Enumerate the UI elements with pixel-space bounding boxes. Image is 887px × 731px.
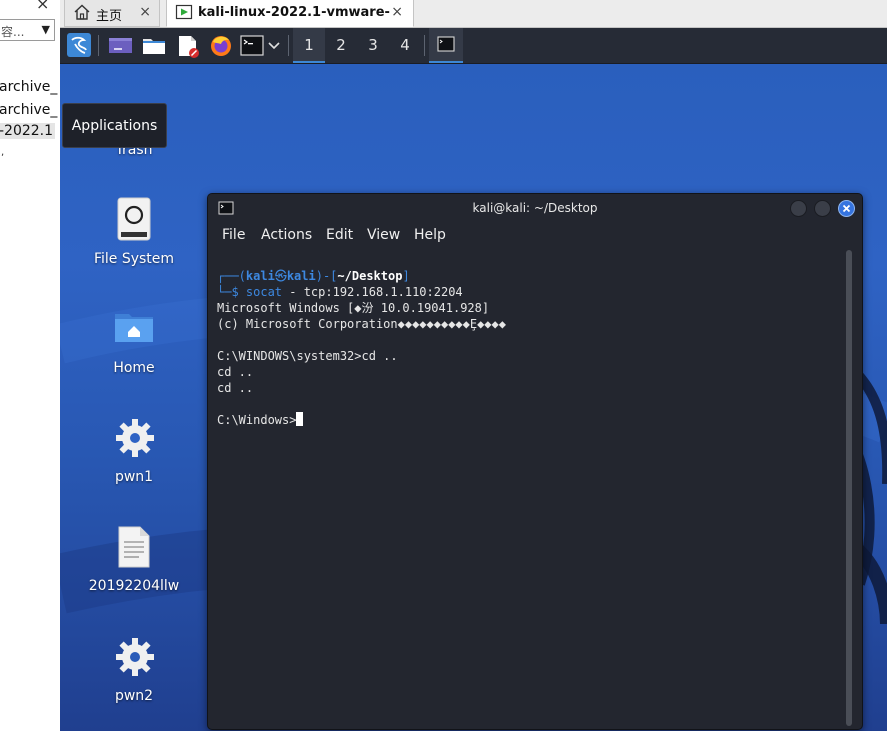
prompt-frame: ] bbox=[402, 269, 410, 283]
terminal-titlebar[interactable]: kali@kali: ~/Desktop bbox=[208, 194, 862, 223]
library-close-button[interactable]: × bbox=[36, 0, 49, 13]
applications-tooltip: Applications bbox=[62, 103, 167, 148]
desktop-icon-label[interactable]: 20192204llw bbox=[74, 578, 194, 594]
close-icon bbox=[839, 201, 854, 220]
close-button[interactable] bbox=[838, 200, 855, 217]
terminal-window[interactable]: kali@kali: ~/Desktop File Actions Edit V… bbox=[207, 193, 863, 730]
taskbar-terminal-window[interactable] bbox=[429, 28, 463, 63]
current-prompt: C:\Windows> bbox=[217, 413, 297, 427]
prompt-user: kali bbox=[245, 269, 275, 283]
vm-screen[interactable]: 1 2 3 4 Trash File System Home pwn1 2019… bbox=[60, 28, 887, 731]
desktop[interactable]: Trash File System Home pwn1 20192204llw … bbox=[60, 64, 887, 731]
current-prompt-line: C:\Windows> bbox=[217, 412, 304, 428]
prompt-host: kali bbox=[286, 269, 316, 283]
desktop-icon-label[interactable]: pwn2 bbox=[74, 688, 194, 704]
home-icon bbox=[73, 3, 91, 25]
output-line: cd .. bbox=[217, 365, 254, 379]
library-item-selected[interactable]: -2022.1 bbox=[0, 123, 55, 139]
menu-edit[interactable]: Edit bbox=[326, 227, 353, 243]
menu-actions[interactable]: Actions bbox=[261, 227, 312, 243]
library-item[interactable]: archive_ bbox=[0, 102, 57, 118]
menu-help[interactable]: Help bbox=[414, 227, 446, 243]
tab-vm-label: kali-linux-2022.1-vmware-a... bbox=[198, 5, 390, 20]
prompt-frame: ┌──( bbox=[217, 269, 246, 283]
menu-view[interactable]: View bbox=[367, 227, 400, 243]
workspace-1-button[interactable]: 1 bbox=[293, 28, 325, 63]
gear-icon[interactable] bbox=[114, 636, 156, 682]
library-item[interactable]: archive_ bbox=[0, 79, 57, 95]
terminal-launcher-button[interactable] bbox=[239, 28, 283, 63]
command-name: socat bbox=[245, 285, 283, 299]
tab-home-close-button[interactable]: × bbox=[139, 4, 151, 20]
menu-file[interactable]: File bbox=[222, 227, 245, 243]
library-search-text: 容... bbox=[1, 25, 25, 39]
tab-home[interactable]: 主页 × bbox=[64, 0, 160, 27]
text-cursor bbox=[296, 412, 304, 426]
terminal-menubar: File Actions Edit View Help bbox=[208, 223, 862, 250]
command-args: - tcp:192.168.1.110:2204 bbox=[282, 285, 463, 299]
home-folder-icon[interactable] bbox=[113, 308, 155, 348]
tab-vm[interactable]: kali-linux-2022.1-vmware-a... × bbox=[166, 0, 414, 27]
minimize-button[interactable] bbox=[790, 200, 807, 217]
output-line: C:\WINDOWS\system32>cd .. bbox=[217, 349, 398, 363]
library-item-fragment: , bbox=[1, 147, 5, 158]
workspace-2-button[interactable]: 2 bbox=[325, 28, 357, 63]
terminal-scrollbar[interactable] bbox=[846, 250, 852, 726]
text-editor-button[interactable] bbox=[172, 28, 202, 63]
library-panel: × 容... ▼ archive_ archive_ -2022.1 , bbox=[0, 0, 61, 731]
panel-separator bbox=[424, 35, 425, 56]
tab-vm-close-button[interactable]: × bbox=[391, 4, 403, 20]
terminal-title: kali@kali: ~/Desktop bbox=[472, 201, 598, 215]
chevron-down-icon[interactable]: ▼ bbox=[42, 23, 50, 36]
desktop-icon-label[interactable]: Home bbox=[74, 360, 194, 376]
prompt-frame: )-[ bbox=[315, 269, 338, 283]
prompt-at: ㉿ bbox=[274, 269, 287, 283]
chevron-down-icon[interactable] bbox=[267, 28, 281, 67]
maximize-button[interactable] bbox=[814, 200, 831, 217]
terminal-icon bbox=[429, 36, 463, 65]
prompt-path: ~/Desktop bbox=[337, 269, 403, 283]
panel-separator bbox=[98, 35, 99, 56]
vm-icon bbox=[175, 3, 193, 25]
library-search-dropdown[interactable]: 容... ▼ bbox=[0, 19, 55, 41]
firefox-button[interactable] bbox=[205, 28, 237, 63]
desktop-icon-label[interactable]: File System bbox=[74, 251, 194, 267]
drive-icon[interactable] bbox=[115, 196, 153, 246]
desktop-icon-label[interactable]: pwn1 bbox=[74, 469, 194, 485]
terminal-output[interactable]: ┌──(kali㉿kali)-[~/Desktop] └─$ socat - t… bbox=[214, 256, 844, 726]
show-desktop-button[interactable] bbox=[106, 28, 136, 63]
kali-menu-button[interactable] bbox=[63, 28, 95, 63]
prompt-line-1: ┌──(kali㉿kali)-[~/Desktop] bbox=[217, 268, 410, 284]
tab-home-label: 主页 bbox=[96, 9, 123, 24]
gear-icon[interactable] bbox=[114, 417, 156, 463]
prompt-line-2: └─$ socat - tcp:192.168.1.110:2204 bbox=[217, 284, 463, 300]
panel-separator bbox=[288, 35, 289, 56]
file-manager-button[interactable] bbox=[139, 28, 169, 63]
tab-bar: 主页 × kali-linux-2022.1-vmware-a... × bbox=[60, 0, 887, 28]
document-icon[interactable] bbox=[117, 526, 151, 572]
workspace-4-button[interactable]: 4 bbox=[389, 28, 421, 63]
workspace-3-button[interactable]: 3 bbox=[357, 28, 389, 63]
prompt-prefix: └─$ bbox=[217, 285, 246, 299]
output-line: (c) Microsoft Corporation◆◆◆◆◆◆◆◆◆◆Ȩ◆◆◆◆ bbox=[217, 317, 506, 331]
output-line: Microsoft Windows [◆汾 10.0.19041.928] bbox=[217, 301, 490, 315]
kali-top-panel: 1 2 3 4 bbox=[60, 28, 887, 64]
output-line: cd .. bbox=[217, 381, 254, 395]
